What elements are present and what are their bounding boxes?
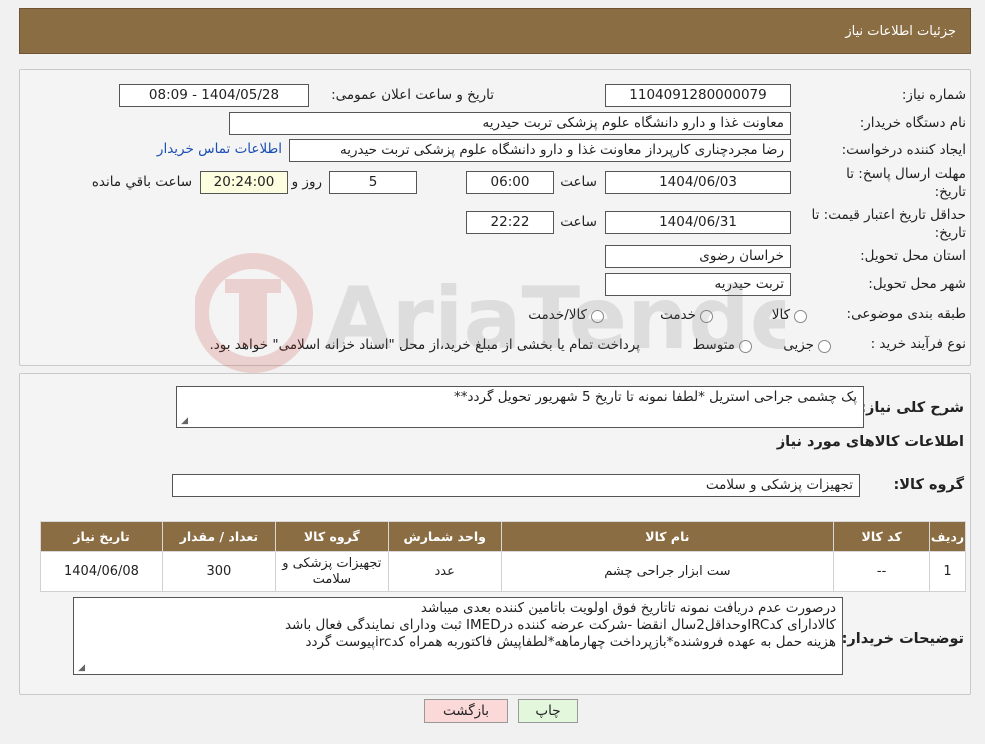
validity-time-field: 22:22 — [466, 211, 554, 234]
category-option-service: خدمت — [660, 307, 696, 323]
process-radio-minor[interactable] — [818, 340, 831, 353]
buyer-note-line-1: درصورت عدم دریافت نمونه تاتاریخ فوق اولو… — [420, 600, 836, 616]
col-row: ردیف — [929, 521, 966, 552]
table-row: 1 -- ست ابزار جراحی چشم عدد تجهیزات پزشک… — [40, 551, 966, 592]
buyer-contact-link[interactable]: اطلاعات تماس خریدار — [157, 141, 282, 157]
announce-label: تاریخ و ساعت اعلان عمومی: — [331, 87, 494, 103]
city-field: تربت حیدریه — [605, 273, 791, 296]
province-field: خراسان رضوی — [605, 245, 791, 268]
category-radio-service[interactable] — [700, 310, 713, 323]
resize-handle-icon[interactable]: ◢ — [179, 417, 188, 426]
cell-quantity: 300 — [161, 551, 276, 592]
process-radio-medium[interactable] — [739, 340, 752, 353]
cell-row: 1 — [929, 551, 966, 592]
category-radio-goods[interactable] — [794, 310, 807, 323]
requester-field: رضا مجردچناری کارپرداز معاونت غذا و دارو… — [289, 139, 791, 162]
days-label: روز و — [291, 174, 322, 190]
buyer-notes-textarea[interactable]: درصورت عدم دریافت نمونه تاتاریخ فوق اولو… — [73, 597, 843, 675]
remaining-time-field: 20:24:00 — [200, 171, 288, 194]
col-quantity: تعداد / مقدار — [161, 521, 276, 552]
goods-info-title: اطلاعات کالاهای مورد نیاز — [776, 434, 964, 450]
buyer-note-line-3: هزینه حمل به عهده فروشنده*بازپرداخت چهار… — [305, 634, 836, 650]
remaining-label: ساعت باقي مانده — [91, 174, 192, 190]
buyer-org-label: نام دستگاه خریدار: — [859, 115, 966, 131]
validity-date-field: 1404/06/31 — [605, 211, 791, 234]
buyer-note-line-2: کالادارای کدIRCوحداقل2سال انقضا -شرکت عر… — [284, 617, 836, 633]
need-number-label: شماره نیاز: — [901, 87, 966, 103]
deadline-date-field: 1404/06/03 — [605, 171, 791, 194]
deadline-label: مهلت ارسال پاسخ: تا تاریخ: — [846, 166, 966, 200]
process-option-minor: جزیی — [783, 337, 814, 353]
process-note: پرداخت تمام یا بخشی از مبلغ خرید،از محل … — [209, 337, 640, 353]
description-text: پک چشمی جراحی استریل *لطفا نمونه تا تاری… — [454, 389, 857, 405]
col-name: نام کالا — [500, 521, 835, 552]
category-option-goods-service: کالا/خدمت — [528, 307, 587, 323]
process-option-medium: متوسط — [692, 337, 735, 353]
cell-code: -- — [833, 551, 931, 592]
announce-field: 1404/05/28 - 08:09 — [119, 84, 309, 107]
deadline-time-field: 06:00 — [466, 171, 554, 194]
col-group: گروه کالا — [274, 521, 389, 552]
process-label: نوع فرآیند خرید : — [870, 336, 966, 352]
details-panel: شرح کلی نیاز: پک چشمی جراحی استریل *لطفا… — [19, 373, 971, 695]
cell-unit: عدد — [387, 551, 502, 592]
category-option-goods: کالا — [771, 307, 790, 323]
col-unit: واحد شمارش — [387, 521, 502, 552]
resize-handle-icon[interactable]: ◢ — [76, 664, 85, 673]
cell-name: ست ابزار جراحی چشم — [500, 551, 835, 592]
requester-label: ایجاد کننده درخواست: — [841, 142, 966, 158]
days-field: 5 — [329, 171, 417, 194]
category-radio-goods-service[interactable] — [591, 310, 604, 323]
cell-group: تجهیزات پزشکی و سلامت — [274, 551, 389, 592]
goods-table-header: ردیف کد کالا نام کالا واحد شمارش گروه کا… — [40, 521, 966, 552]
col-code: کد کالا — [833, 521, 931, 552]
goods-table: ردیف کد کالا نام کالا واحد شمارش گروه کا… — [40, 521, 966, 592]
goods-group-label: گروه کالا: — [893, 477, 964, 493]
category-label: طبقه بندی موضوعی: — [846, 306, 966, 322]
deadline-time-label: ساعت — [560, 174, 597, 190]
validity-time-label: ساعت — [560, 214, 597, 230]
description-label: شرح کلی نیاز: — [860, 400, 964, 416]
page-header: جزئیات اطلاعات نیاز — [19, 8, 971, 54]
info-panel: شماره نیاز: 1104091280000079 تاریخ و ساع… — [19, 69, 971, 366]
buyer-org-field: معاونت غذا و دارو دانشگاه علوم پزشکی ترب… — [229, 112, 791, 135]
col-need-date: تاریخ نیاز — [40, 521, 163, 552]
validity-label: حداقل تاريخ اعتبار قيمت: تا تاریخ: — [811, 207, 966, 241]
cell-need-date: 1404/06/08 — [40, 551, 163, 592]
description-textarea[interactable]: پک چشمی جراحی استریل *لطفا نمونه تا تاری… — [176, 386, 864, 428]
province-label: استان محل تحویل: — [860, 248, 966, 264]
print-button[interactable]: چاپ — [518, 699, 578, 723]
back-button[interactable]: بازگشت — [424, 699, 508, 723]
city-label: شهر محل تحویل: — [868, 276, 966, 292]
goods-group-field: تجهیزات پزشکی و سلامت — [172, 474, 860, 497]
buyer-notes-label: توضیحات خریدار: — [841, 631, 964, 647]
need-number-field: 1104091280000079 — [605, 84, 791, 107]
page-title: جزئیات اطلاعات نیاز — [845, 23, 956, 39]
